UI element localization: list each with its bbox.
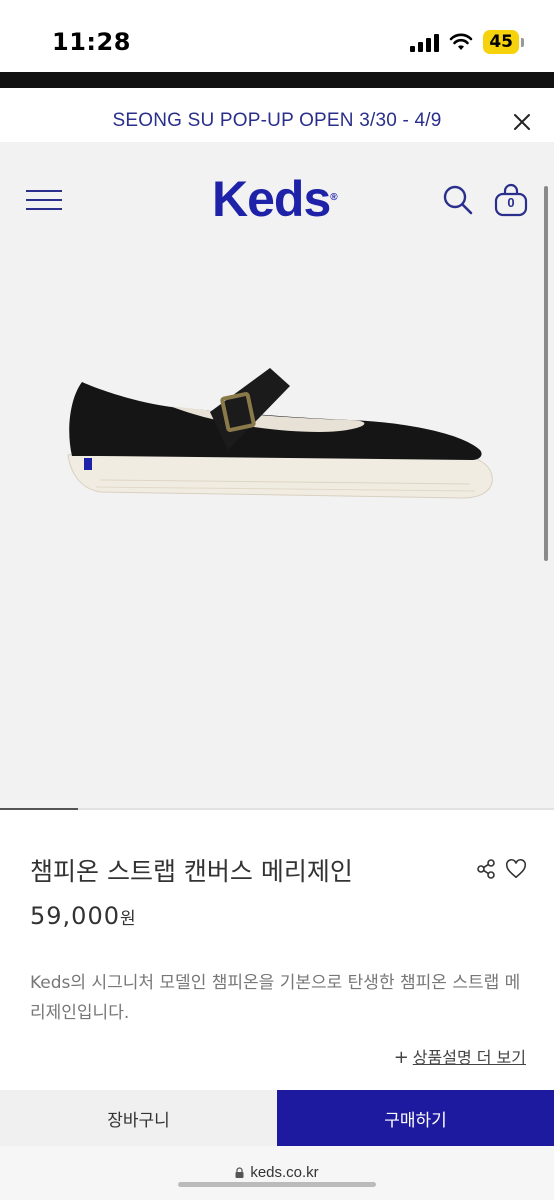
product-description: Keds의 시그니처 모델인 챔피온을 기본으로 탄생한 챔피온 스트랩 메리제…: [30, 973, 521, 1023]
status-bar: 11:28 45: [0, 0, 554, 72]
share-icon[interactable]: [476, 858, 496, 880]
product-image: [67, 368, 493, 499]
add-to-cart-button[interactable]: 장바구니: [0, 1090, 277, 1146]
close-icon[interactable]: [510, 110, 534, 134]
promo-banner[interactable]: SEONG SU POP-UP OPEN 3/30 - 4/9: [0, 88, 554, 142]
product-gallery[interactable]: Keds® 0: [0, 142, 554, 810]
promo-text[interactable]: SEONG SU POP-UP OPEN 3/30 - 4/9: [0, 110, 554, 132]
keds-logo[interactable]: Keds®: [212, 170, 338, 228]
scrollbar[interactable]: [544, 186, 548, 561]
more-description-link[interactable]: + 상품설명 더 보기: [394, 1044, 526, 1068]
hamburger-menu-icon[interactable]: [26, 190, 62, 210]
cellular-signal-icon: [410, 32, 440, 52]
top-divider: [0, 72, 554, 88]
battery-level: 45: [483, 30, 519, 54]
search-icon[interactable]: [442, 184, 474, 216]
gallery-progress-fill: [0, 808, 78, 810]
product-price: 59,000원: [30, 902, 137, 930]
buy-now-button[interactable]: 구매하기: [277, 1090, 554, 1146]
address-url[interactable]: keds.co.kr: [0, 1164, 554, 1181]
status-time: 11:28: [52, 28, 131, 56]
product-page: 11:28 45 SEONG SU POP-UP OPEN 3/30 - 4/9…: [0, 0, 554, 1200]
status-indicators: 45: [410, 30, 524, 54]
lock-icon: [235, 1167, 244, 1178]
gallery-progress: [0, 808, 554, 810]
cart-count: 0: [507, 195, 515, 210]
product-title: 챔피온 스트랩 캔버스 메리제인: [30, 857, 353, 886]
browser-address-bar[interactable]: keds.co.kr: [0, 1146, 554, 1200]
wifi-icon: [450, 33, 473, 50]
cart-button[interactable]: 0: [493, 182, 529, 218]
plus-icon: +: [393, 1047, 409, 1068]
battery-icon: [521, 37, 524, 47]
heart-icon[interactable]: [505, 858, 527, 880]
home-indicator[interactable]: [178, 1182, 376, 1187]
